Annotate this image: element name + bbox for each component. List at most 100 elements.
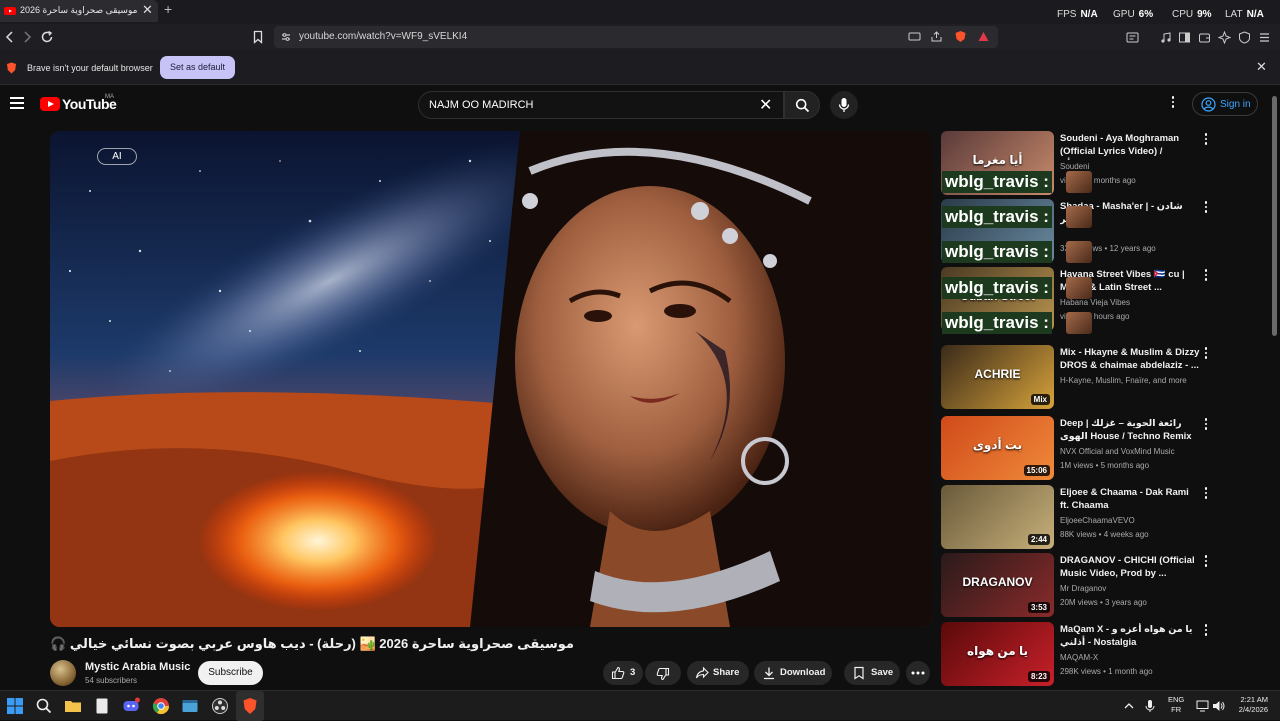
language-indicator[interactable]: ENG FR: [1168, 695, 1184, 715]
reload-icon[interactable]: [39, 29, 55, 45]
reader-icon[interactable]: [1178, 31, 1191, 44]
clock[interactable]: 2:21 AM 2/4/2026: [1226, 695, 1268, 715]
address-bar[interactable]: youtube.com/watch?v=WF9_sVELKI4: [274, 26, 998, 48]
tray-mic-icon[interactable]: [1144, 699, 1156, 713]
recommendation-meta: 88K views • 4 weeks ago: [1060, 530, 1149, 539]
recommendation-menu-icon[interactable]: [1203, 418, 1209, 432]
recommendation-channel[interactable]: Mr Draganov: [1060, 584, 1210, 593]
recommendation-item[interactable]: بت أدوى 15:06 Deep | رائعة الحوية – غزلك ا…: [941, 416, 1261, 480]
brave-taskbar-icon[interactable]: [241, 697, 259, 715]
recommendation-thumbnail[interactable]: ACHRIE Mix: [941, 345, 1054, 409]
chrome-icon[interactable]: [152, 697, 170, 715]
recommendation-menu-icon[interactable]: [1203, 269, 1209, 283]
guide-menu-icon[interactable]: [10, 97, 24, 110]
share-page-icon[interactable]: [930, 30, 943, 43]
like-button[interactable]: 3: [603, 661, 643, 685]
new-tab-button[interactable]: +: [164, 1, 172, 17]
vpn-icon[interactable]: [1238, 31, 1251, 44]
overlay-avatar: [1066, 312, 1092, 334]
wallet-icon[interactable]: [1198, 31, 1211, 44]
subscribe-button[interactable]: Subscribe: [198, 661, 263, 685]
youtube-logo-icon[interactable]: [40, 97, 60, 111]
recommendation-item[interactable]: DRAGANOV 3:53 DRAGANOV - CHICHI (Official …: [941, 553, 1261, 617]
channel-name[interactable]: Mystic Arabia Music: [85, 661, 190, 673]
recommendation-thumbnail[interactable]: 2:44: [941, 485, 1054, 549]
bookmark-icon[interactable]: [250, 29, 266, 45]
video-player[interactable]: AI: [50, 131, 932, 627]
download-button[interactable]: Download: [754, 661, 832, 685]
sign-in-button[interactable]: Sign in: [1192, 92, 1258, 116]
recommendation-thumbnail[interactable]: بت أدوى 15:06: [941, 416, 1054, 480]
tab-close-icon[interactable]: ✕: [142, 2, 153, 18]
back-icon[interactable]: [2, 29, 18, 45]
recommendation-title[interactable]: Eljoee & Chaama - Dak Rami ft. Chaama: [1060, 486, 1200, 512]
recommendation-thumbnail[interactable]: يا من هواه 8:23: [941, 622, 1054, 686]
overlay-username-tag: wblg_travis :: [942, 171, 1052, 193]
recommendation-menu-icon[interactable]: [1203, 133, 1209, 147]
more-actions-button[interactable]: [906, 661, 930, 685]
recommendation-channel[interactable]: Soudeni: [1060, 162, 1210, 171]
recommendation-channel[interactable]: NVX Official and VoxMind Music: [1060, 447, 1210, 456]
recommendation-thumbnail[interactable]: DRAGANOV 3:53: [941, 553, 1054, 617]
recommendation-title[interactable]: MaQam X - يا من هواه أعزه و أذلني - Nost…: [1060, 623, 1200, 649]
brave-rewards-icon[interactable]: [977, 30, 990, 43]
search-button[interactable]: [784, 91, 820, 119]
share-button[interactable]: Share: [687, 661, 749, 685]
recommendation-channel[interactable]: MAQAM-X: [1060, 653, 1210, 662]
tray-network-icon[interactable]: [1196, 700, 1209, 712]
recommendation-menu-icon[interactable]: [1203, 487, 1209, 501]
channel-avatar[interactable]: [50, 660, 76, 686]
notepad-icon[interactable]: [93, 697, 111, 715]
app-window-icon[interactable]: [181, 697, 199, 715]
site-info-icon[interactable]: [280, 31, 292, 43]
cast-icon[interactable]: [908, 30, 921, 43]
menu-icon[interactable]: [1258, 31, 1271, 44]
subscriber-count: 54 subscribers: [85, 676, 138, 685]
windows-start-icon[interactable]: [6, 697, 24, 715]
set-as-default-button[interactable]: Set as default: [160, 56, 235, 79]
recommendation-item[interactable]: يا من هواه 8:23 MaQam X - يا من هواه أعزه …: [941, 622, 1261, 686]
recommendation-title[interactable]: Soudeni - Aya Moghraman (Official Lyrics…: [1060, 132, 1200, 160]
recommendation-title[interactable]: Deep | رائعة الحوية – غزلك الهوى House /…: [1060, 417, 1200, 445]
infobar-close-icon[interactable]: ✕: [1256, 59, 1267, 75]
discord-icon[interactable]: [122, 697, 140, 715]
thumbnail-text: ACHRIE: [974, 367, 1021, 381]
share-label: Share: [713, 667, 740, 678]
more-horizontal-icon: [911, 671, 925, 675]
leo-ai-icon[interactable]: [1218, 31, 1231, 44]
brave-shields-icon[interactable]: [954, 30, 967, 43]
dislike-button[interactable]: [645, 661, 681, 685]
thumbnail-text: DRAGANOV: [962, 575, 1033, 589]
overlay-username-tag: wblg_travis :: [942, 312, 1052, 334]
recommendation-item[interactable]: ACHRIE Mix Mix - Hkayne & Muslim & Dizzy D…: [941, 345, 1261, 409]
tray-volume-icon[interactable]: [1212, 700, 1225, 712]
recommendation-menu-icon[interactable]: [1203, 624, 1209, 638]
perf-fps: FPS N/A: [1057, 9, 1098, 20]
overlay-username-tag: wblg_travis :: [942, 206, 1052, 228]
obs-icon[interactable]: [211, 697, 229, 715]
voice-search-button[interactable]: [830, 91, 858, 119]
recommendation-channel[interactable]: EljoeeChaamaVEVO: [1060, 516, 1210, 525]
page-scrollbar[interactable]: [1272, 96, 1277, 336]
recommendation-item[interactable]: 2:44 Eljoee & Chaama - Dak Rami ft. Chaam…: [941, 485, 1261, 549]
recommendation-title[interactable]: Mix - Hkayne & Muslim & Dizzy DROS & cha…: [1060, 346, 1200, 372]
search-input[interactable]: NAJM OO MADIRCH ✕: [418, 91, 784, 119]
windows-taskbar: ENG FR 2:21 AM 2/4/2026: [0, 690, 1280, 721]
recommendation-title[interactable]: DRAGANOV - CHICHI (Official Music Video,…: [1060, 554, 1200, 580]
recommendation-channel[interactable]: Habana Vieja Vibes: [1060, 298, 1210, 307]
file-explorer-icon[interactable]: [64, 697, 82, 715]
overlay-avatar: [1066, 206, 1092, 228]
forward-icon[interactable]: [19, 29, 35, 45]
recommendation-channel[interactable]: H-Kayne, Muslim, Fnaïre, and more: [1060, 376, 1210, 385]
tray-overflow-icon[interactable]: [1123, 700, 1135, 712]
save-button[interactable]: Save: [844, 661, 900, 685]
settings-more-icon[interactable]: [1170, 96, 1176, 112]
recommendation-menu-icon[interactable]: [1203, 347, 1209, 361]
clear-search-icon[interactable]: ✕: [759, 95, 772, 115]
sidebar-panel-icon[interactable]: [1126, 31, 1139, 44]
browser-tab[interactable]: موسيقى صحراوية ساحرة 2026 ✕: [0, 0, 158, 22]
taskbar-search-icon[interactable]: [35, 697, 53, 715]
media-icon[interactable]: [1159, 31, 1172, 44]
recommendation-menu-icon[interactable]: [1203, 555, 1209, 569]
recommendation-menu-icon[interactable]: [1203, 201, 1209, 215]
